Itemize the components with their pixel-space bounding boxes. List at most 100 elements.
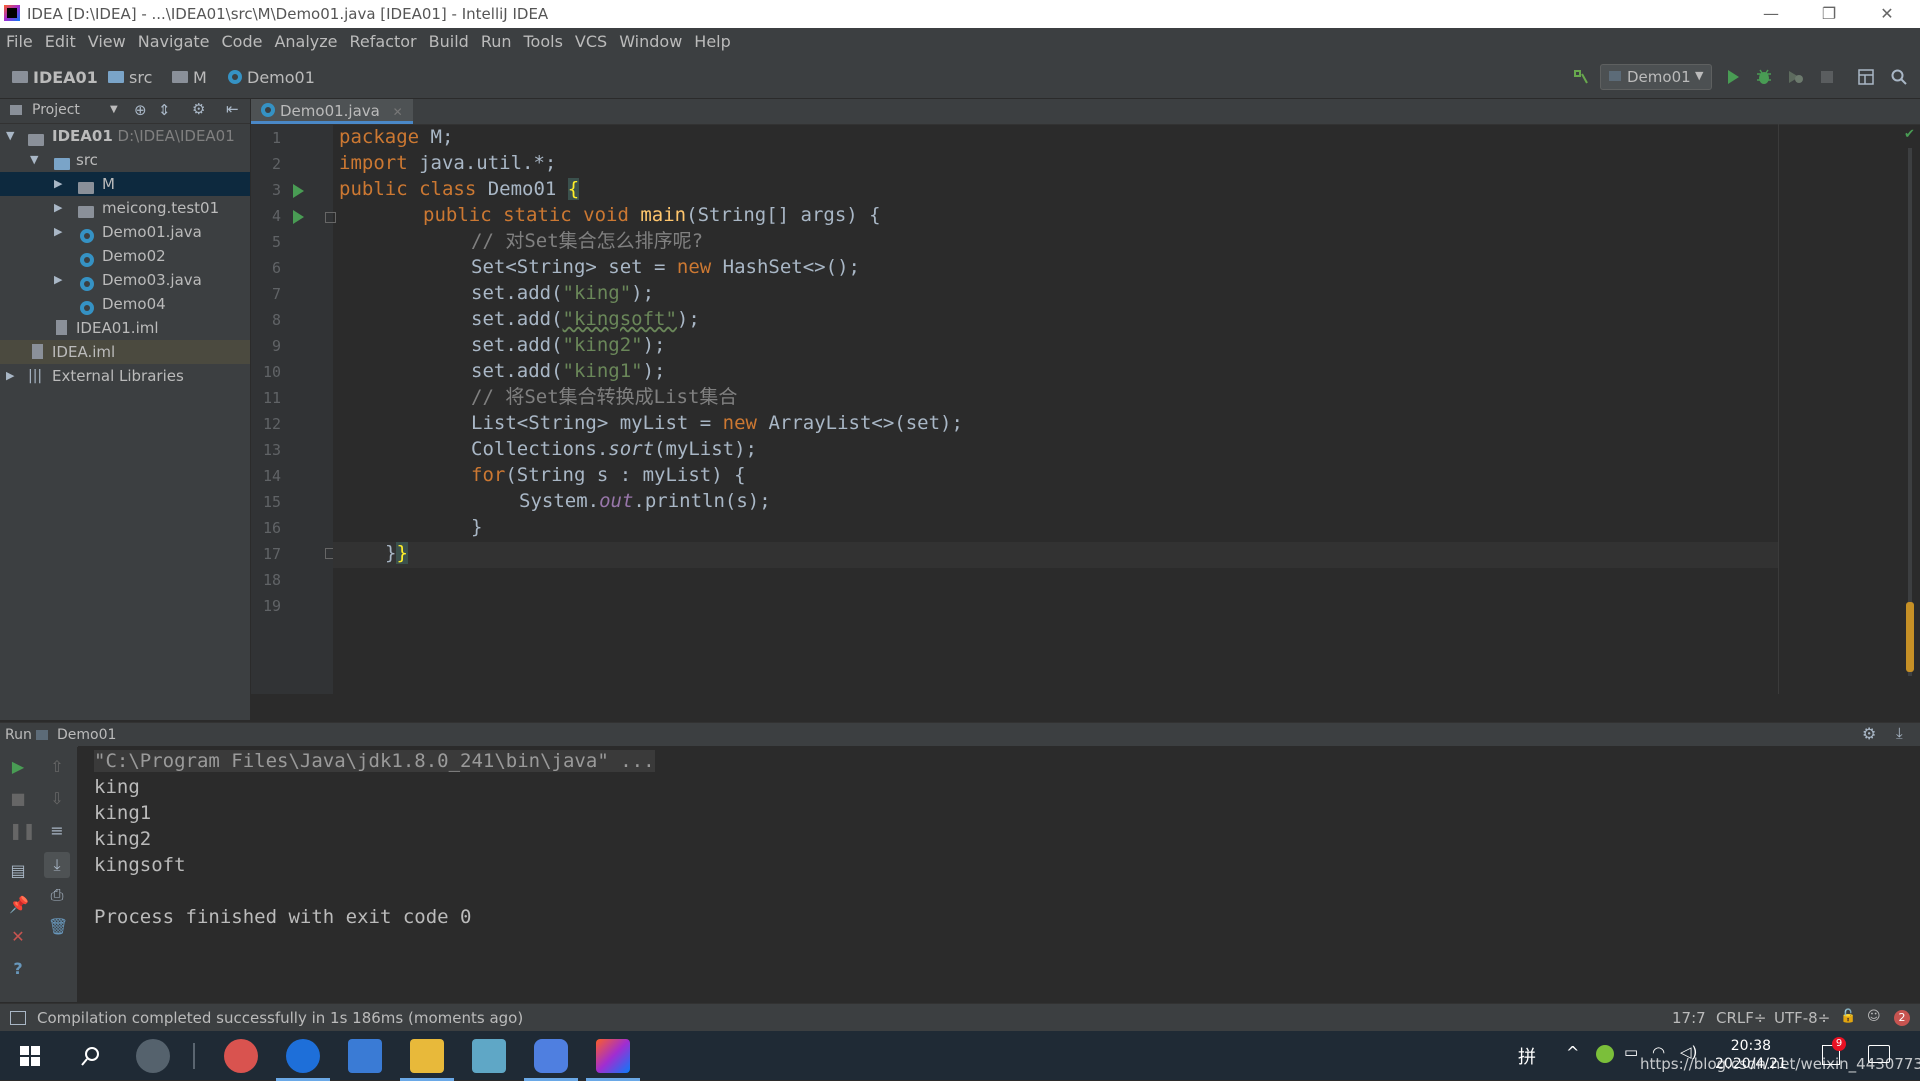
run-with-coverage-icon[interactable]	[1786, 68, 1804, 86]
trash-icon[interactable]: 🗑	[48, 918, 68, 936]
caret-position[interactable]: 17:7	[1672, 1009, 1706, 1027]
tray-app-icon[interactable]	[1596, 1045, 1614, 1063]
scrollbar-thumb[interactable]	[1906, 602, 1914, 672]
stop-icon[interactable]: ■	[9, 790, 27, 808]
menu-analyze[interactable]: Analyze	[268, 28, 343, 56]
taskbar-app-icon[interactable]	[136, 1039, 170, 1073]
menu-navigate[interactable]: Navigate	[132, 28, 216, 56]
pause-icon[interactable]: ❚❚	[9, 822, 36, 840]
run-class-gutter-icon[interactable]	[293, 184, 304, 198]
menu-window[interactable]: Window	[613, 28, 688, 56]
network-icon[interactable]: ▭	[1624, 1043, 1638, 1061]
inspector-icon[interactable]: ☺	[1867, 1009, 1881, 1024]
breadcrumb-package[interactable]: M	[172, 68, 207, 87]
collapse-arrow-icon[interactable]: ▶	[6, 364, 14, 388]
project-view-selector[interactable]: Project	[32, 102, 80, 118]
windows-start-icon[interactable]	[20, 1046, 40, 1066]
locate-file-icon[interactable]: ⊕	[134, 101, 147, 119]
maximize-button[interactable]: ❐	[1806, 2, 1852, 26]
breadcrumb-project[interactable]: IDEA01	[12, 68, 98, 87]
breadcrumb-src[interactable]: src	[108, 68, 152, 87]
tab-demo01-java[interactable]: Demo01.java ✕	[251, 99, 413, 124]
down-arrow-icon[interactable]: ⇩	[48, 790, 66, 808]
run-tab-demo01[interactable]: Demo01	[57, 727, 116, 743]
project-view-icon	[10, 105, 22, 115]
tree-item-external-libraries[interactable]: ▶ ||| External Libraries	[0, 364, 250, 388]
menu-code[interactable]: Code	[216, 28, 269, 56]
taskbar-app-icon[interactable]	[524, 1039, 578, 1081]
close-icon[interactable]: ✕	[9, 928, 27, 946]
collapse-arrow-icon[interactable]: ▶	[54, 172, 62, 196]
menu-view[interactable]: View	[82, 28, 132, 56]
tree-item-idea01-iml[interactable]: IDEA01.iml	[0, 316, 250, 340]
collapse-all-icon[interactable]: ⇕	[158, 101, 171, 119]
input-method-icon[interactable]: 拼	[1518, 1043, 1536, 1069]
line-separator-selector[interactable]: CRLF÷	[1716, 1009, 1766, 1027]
menu-tools[interactable]: Tools	[518, 28, 569, 56]
gear-icon[interactable]: ⚙	[192, 100, 205, 118]
pin-icon[interactable]: 📌	[9, 896, 29, 914]
tree-item-demo03-java[interactable]: ▶ Demo03.java	[0, 268, 250, 292]
tree-item-idea01[interactable]: ▼ IDEA01 D:\IDEA\IDEA01	[0, 124, 250, 148]
tree-item-demo01-java[interactable]: ▶ Demo01.java	[0, 220, 250, 244]
help-icon[interactable]: ?	[9, 960, 27, 978]
build-hammer-icon[interactable]	[1572, 68, 1590, 86]
file-explorer-icon[interactable]	[400, 1039, 454, 1081]
menu-build[interactable]: Build	[423, 28, 475, 56]
up-arrow-icon[interactable]: ⇧	[48, 758, 66, 776]
code-string: "king1"	[562, 360, 643, 382]
toggle-panels-icon[interactable]	[10, 1011, 26, 1025]
tree-item-demo04[interactable]: Demo04	[0, 292, 250, 316]
lock-icon[interactable]: 🔓	[1840, 1009, 1856, 1024]
tree-item-meicong-test01[interactable]: ▶ meicong.test01	[0, 196, 250, 220]
notepad-icon[interactable]	[472, 1039, 506, 1073]
run-main-gutter-icon[interactable]	[293, 210, 304, 224]
run-icon[interactable]	[1724, 68, 1742, 86]
gear-icon[interactable]: ⚙	[1862, 724, 1876, 743]
tree-item-demo02[interactable]: Demo02	[0, 244, 250, 268]
breadcrumb-class[interactable]: Demo01	[228, 68, 315, 87]
minimize-button[interactable]: —	[1748, 2, 1794, 26]
tree-item-package-m[interactable]: ▶ M	[0, 172, 250, 196]
baidu-icon[interactable]	[348, 1039, 382, 1073]
collapse-arrow-icon[interactable]: ▶	[54, 196, 62, 220]
run-config-dropdown[interactable]: Demo01 ▼	[1600, 64, 1712, 90]
encoding-selector[interactable]: UTF-8÷	[1774, 1009, 1830, 1027]
dump-threads-icon[interactable]: ▤	[9, 862, 27, 880]
search-icon[interactable]	[80, 1045, 102, 1067]
debug-icon[interactable]	[1755, 68, 1773, 86]
rerun-icon[interactable]: ▶	[9, 758, 27, 776]
edge-browser-icon[interactable]	[276, 1039, 330, 1081]
menu-edit[interactable]: Edit	[39, 28, 82, 56]
search-icon[interactable]	[1890, 68, 1908, 86]
console-output[interactable]: "C:\Program Files\Java\jdk1.8.0_241\bin\…	[78, 746, 1920, 1002]
status-message[interactable]: Compilation completed successfully in 1s…	[37, 1009, 523, 1027]
chevron-up-icon[interactable]: ^	[1566, 1043, 1579, 1062]
code-editor[interactable]: package M; import java.util.*; public cl…	[333, 124, 1920, 694]
hide-panel-icon[interactable]: ⇤	[226, 100, 239, 118]
menu-help[interactable]: Help	[688, 28, 736, 56]
menu-vcs[interactable]: VCS	[569, 28, 613, 56]
close-button[interactable]: ✕	[1864, 2, 1910, 26]
menu-file[interactable]: File	[0, 28, 39, 56]
project-structure-icon[interactable]	[1857, 68, 1875, 86]
taskbar-app-icon[interactable]	[224, 1039, 258, 1073]
intellij-idea-icon[interactable]	[586, 1039, 640, 1081]
error-count-badge[interactable]: 2	[1894, 1010, 1910, 1026]
hide-panel-icon[interactable]: ⤓	[1896, 724, 1903, 742]
menu-run[interactable]: Run	[475, 28, 518, 56]
tree-item-idea-iml[interactable]: IDEA.iml	[0, 340, 250, 364]
soft-wrap-icon[interactable]: ≡	[48, 822, 66, 840]
expand-arrow-icon[interactable]: ▼	[6, 124, 14, 148]
stop-icon[interactable]	[1818, 68, 1836, 86]
collapse-arrow-icon[interactable]: ▶	[54, 268, 62, 292]
action-center-icon[interactable]	[1868, 1045, 1890, 1063]
tree-item-src[interactable]: ▼ src	[0, 148, 250, 172]
expand-arrow-icon[interactable]: ▼	[30, 148, 38, 172]
menu-refactor[interactable]: Refactor	[344, 28, 423, 56]
print-icon[interactable]: ⎙	[48, 886, 66, 904]
close-tab-icon[interactable]: ✕	[393, 105, 403, 119]
editor-scrollbar[interactable]	[1908, 148, 1912, 676]
chevron-down-icon[interactable]: ▼	[110, 104, 118, 115]
collapse-arrow-icon[interactable]: ▶	[54, 220, 62, 244]
